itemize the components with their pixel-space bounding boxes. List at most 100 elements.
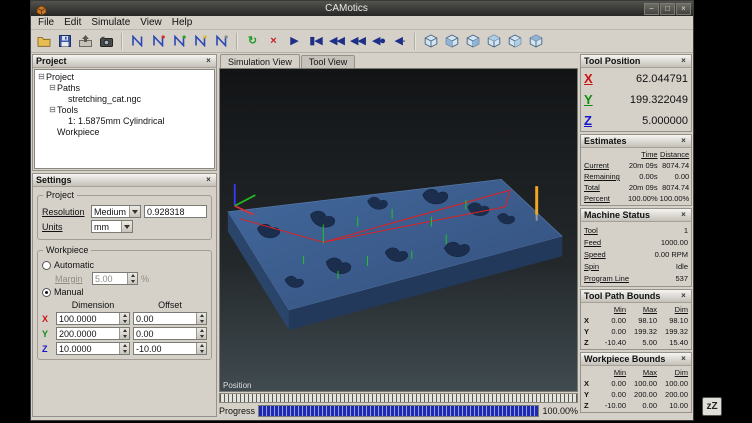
reload-simulation-button[interactable]: ↻ (242, 31, 263, 51)
resolution-field[interactable]: 0.928318 (144, 205, 207, 218)
open-project-button[interactable] (33, 31, 54, 51)
spinner-buttons[interactable] (196, 313, 206, 324)
axis-z-label: Z (42, 344, 53, 354)
y-dimension-spinner[interactable]: 200.0000 (56, 327, 130, 340)
resolution-select[interactable]: Medium (91, 205, 141, 218)
close-button[interactable]: × (676, 3, 691, 15)
position-slider[interactable] (219, 393, 578, 403)
minimize-button[interactable]: − (644, 3, 659, 15)
save-project-button[interactable] (54, 31, 75, 51)
chevron-down-icon[interactable] (121, 221, 132, 232)
spinner-buttons[interactable] (196, 343, 206, 354)
workpiece-bounds-header[interactable]: Workpiece Bounds × (581, 353, 691, 366)
spinner-buttons[interactable] (119, 328, 129, 339)
sleep-indicator[interactable]: zZ (702, 397, 722, 416)
cube-right-icon (508, 34, 522, 48)
fast-rewind-button[interactable]: ◀◀ (326, 31, 347, 51)
rewind-button[interactable]: ◀◀ (347, 31, 368, 51)
y-offset-spinner[interactable]: 0.00 (133, 327, 207, 340)
toolpath-icon (131, 35, 144, 47)
spinner-buttons[interactable] (119, 313, 129, 324)
spinner-buttons[interactable] (196, 328, 206, 339)
close-icon[interactable]: × (204, 57, 213, 65)
simulation-3d-view[interactable] (220, 69, 577, 391)
project-panel-header[interactable]: Project × (33, 55, 216, 68)
close-icon[interactable]: × (204, 176, 213, 184)
expander-icon[interactable]: ⊟ (48, 105, 57, 114)
current-label: Current (584, 161, 626, 170)
close-icon[interactable]: × (679, 292, 688, 300)
toggle-surface-button[interactable] (190, 31, 211, 51)
close-icon[interactable]: × (679, 137, 688, 145)
z-dim: 15.40 (659, 338, 688, 347)
skip-start-icon: ▮◀ (309, 36, 322, 47)
tree-label: stretching_cat.ngc (68, 94, 141, 104)
stop-simulation-button[interactable]: × (263, 31, 284, 51)
slow-back-button[interactable]: ◀- (389, 31, 410, 51)
margin-spinner[interactable]: 5.00 (92, 272, 138, 285)
folder-open-icon (37, 35, 51, 47)
jump-start-button[interactable]: ▮◀ (305, 31, 326, 51)
axis-x-label: X (584, 71, 599, 86)
view-right-button[interactable] (504, 31, 525, 51)
title-bar[interactable]: CAMotics − □ × (31, 1, 693, 16)
x-dimension-spinner[interactable]: 100.0000 (56, 312, 130, 325)
screenshot-button[interactable] (96, 31, 117, 51)
settings-panel-header[interactable]: Settings × (33, 174, 216, 187)
toggle-grid-button[interactable] (211, 31, 232, 51)
center-panel: Simulation View Tool View (219, 54, 578, 419)
automatic-radio[interactable] (42, 261, 51, 270)
simulation-viewport[interactable]: Position (219, 68, 578, 392)
toggle-tool-button[interactable] (148, 31, 169, 51)
expander-icon[interactable]: ⊟ (48, 83, 57, 92)
menu-edit[interactable]: Edit (59, 17, 86, 28)
close-icon[interactable]: × (679, 211, 688, 219)
tool-position-y-row: Y 199.322049 (581, 89, 691, 110)
tree-item-paths[interactable]: ⊟Paths (35, 82, 214, 93)
chevron-down-icon[interactable] (129, 206, 140, 217)
menu-file[interactable]: File (33, 17, 59, 28)
z-dimension-spinner[interactable]: 10.0000 (56, 342, 130, 355)
view-front-button[interactable] (441, 31, 462, 51)
tool-position-header[interactable]: Tool Position × (581, 55, 691, 68)
tree-item-tools[interactable]: ⊟Tools (35, 104, 214, 115)
tab-tool-view[interactable]: Tool View (301, 55, 355, 68)
view-top-button[interactable] (525, 31, 546, 51)
x-offset-spinner[interactable]: 0.00 (133, 312, 207, 325)
machine-status-panel: Machine Status × Tool1 Feed1000.00 Speed… (580, 208, 692, 287)
rewind-icon: ◀◀ (350, 36, 365, 47)
machine-status-header[interactable]: Machine Status × (581, 209, 691, 222)
menu-view[interactable]: View (135, 17, 167, 28)
spinner-buttons[interactable] (119, 343, 129, 354)
menu-simulate[interactable]: Simulate (86, 17, 135, 28)
automatic-label: Automatic (54, 260, 94, 270)
tree-item-workpiece[interactable]: Workpiece (35, 126, 214, 137)
close-icon[interactable]: × (679, 355, 688, 363)
manual-radio[interactable] (42, 288, 51, 297)
tree-item-project[interactable]: ⊟Project (35, 71, 214, 82)
menu-help[interactable]: Help (167, 17, 198, 28)
main-area: Project × ⊟Project ⊟Paths stretching_cat… (31, 53, 693, 420)
export-button[interactable] (75, 31, 96, 51)
tab-simulation-view[interactable]: Simulation View (220, 54, 300, 68)
close-icon[interactable]: × (679, 57, 688, 65)
tree-item-tool-1[interactable]: 1: 1.5875mm Cylindrical (35, 115, 214, 126)
progress-percent: 100.00% (542, 406, 578, 416)
tool-path-bounds-header[interactable]: Tool Path Bounds × (581, 290, 691, 303)
view-isometric-button[interactable] (420, 31, 441, 51)
view-left-button[interactable] (483, 31, 504, 51)
expander-icon[interactable]: ⊟ (37, 72, 46, 81)
y-position-value: 199.322049 (599, 94, 688, 106)
toggle-workpiece-button[interactable] (169, 31, 190, 51)
z-offset-spinner[interactable]: -10.00 (133, 342, 207, 355)
play-button[interactable]: ▶ (284, 31, 305, 51)
view-back-button[interactable] (462, 31, 483, 51)
spinner-buttons[interactable] (127, 273, 137, 284)
tree-item-ngc-file[interactable]: stretching_cat.ngc (35, 93, 214, 104)
maximize-button[interactable]: □ (660, 3, 675, 15)
estimates-header[interactable]: Estimates × (581, 135, 691, 148)
tool-path-bounds-table: Min Max Dim X 0.00 98.10 98.10 Y 0.00 19… (581, 303, 691, 349)
step-back-button[interactable]: ◀● (368, 31, 389, 51)
units-select[interactable]: mm (91, 220, 133, 233)
toggle-toolpath-button[interactable] (127, 31, 148, 51)
